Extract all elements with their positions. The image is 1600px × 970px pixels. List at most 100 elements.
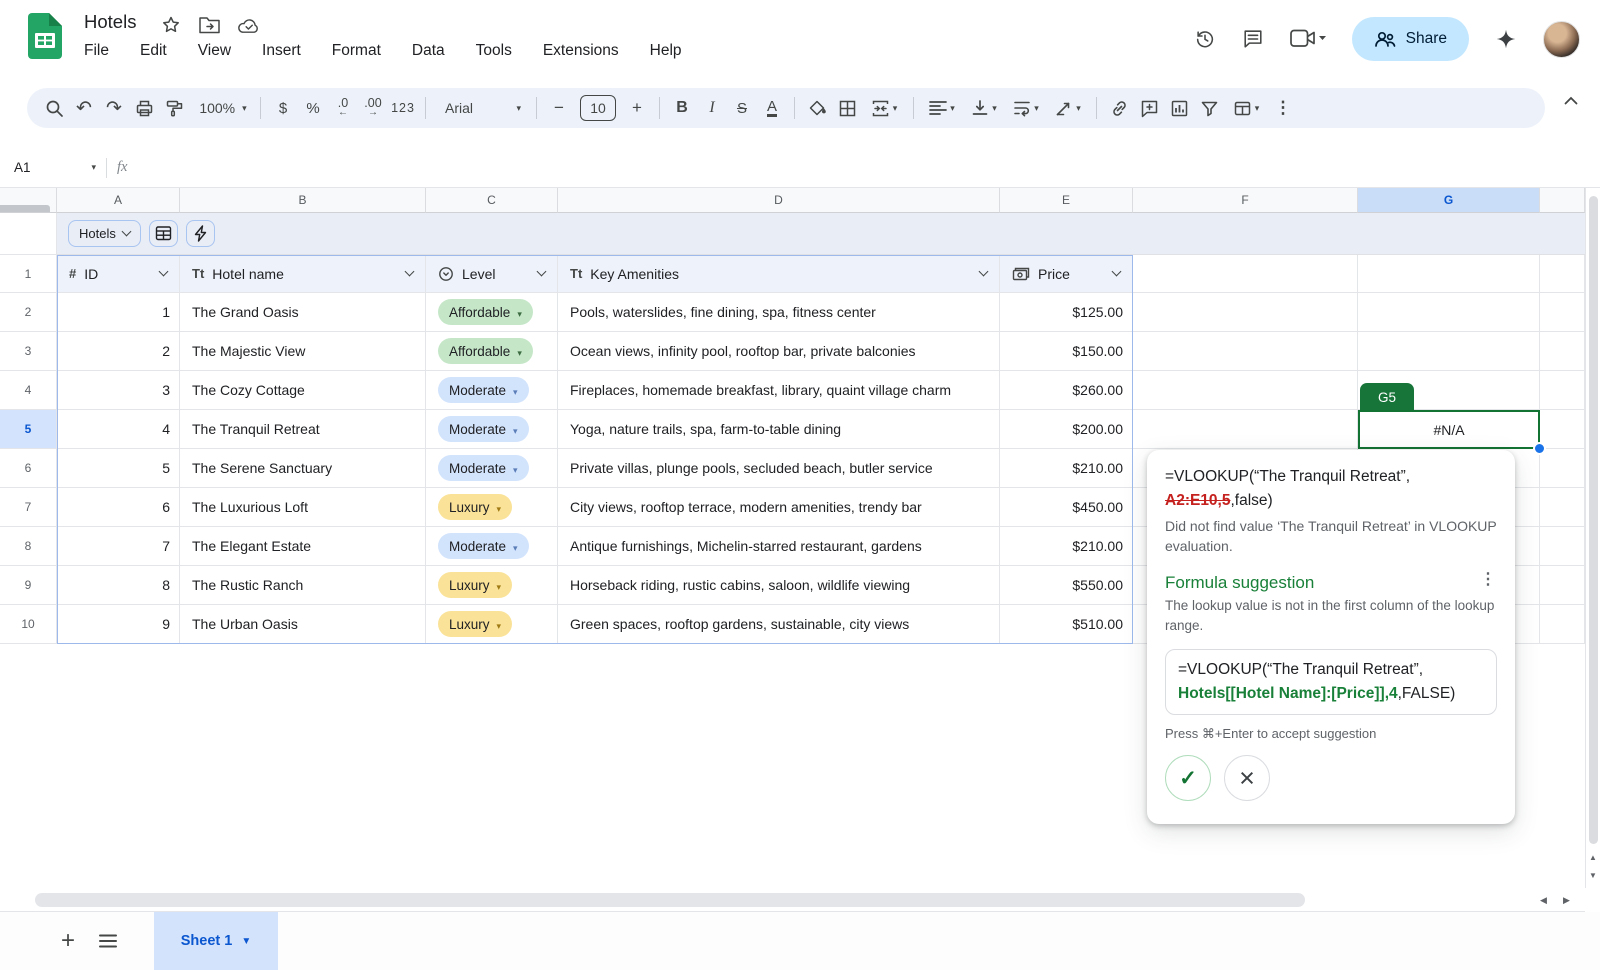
star-icon[interactable]: [160, 14, 182, 36]
cell-id[interactable]: 2: [57, 332, 180, 371]
reject-suggestion-button[interactable]: ×: [1224, 755, 1270, 801]
sheet-tab-caret-icon[interactable]: ▼: [241, 936, 251, 947]
merge-cells-icon[interactable]: ▾: [862, 93, 906, 123]
scroll-down-icon[interactable]: ▼: [1589, 871, 1597, 880]
horizontal-align-icon[interactable]: ▾: [921, 93, 963, 123]
strikethrough-icon[interactable]: S: [727, 93, 757, 123]
horizontal-scrollbar[interactable]: ◀ ▶: [0, 888, 1585, 912]
number-format-icon[interactable]: 123: [388, 93, 418, 123]
menu-file[interactable]: File: [84, 42, 109, 60]
cell-empty[interactable]: [1133, 371, 1358, 410]
cell-id[interactable]: 9: [57, 605, 180, 644]
cell-empty[interactable]: [1133, 293, 1358, 332]
fill-color-icon[interactable]: [802, 93, 832, 123]
row-number[interactable]: 9: [0, 566, 57, 605]
version-history-icon[interactable]: [1194, 28, 1216, 50]
percent-format-icon[interactable]: %: [298, 93, 328, 123]
zoom-select[interactable]: 100% ▾: [189, 93, 253, 123]
chevron-down-icon[interactable]: [158, 266, 169, 277]
header-cell-level[interactable]: Level: [426, 255, 558, 293]
hide-menus-icon[interactable]: [1564, 96, 1578, 105]
menu-extensions[interactable]: Extensions: [543, 42, 619, 60]
more-toolbar-icon[interactable]: ⋮: [1268, 93, 1298, 123]
column-header-d[interactable]: D: [558, 188, 1000, 213]
cell-amenities[interactable]: Yoga, nature trails, spa, farm-to-table …: [558, 410, 1000, 449]
menu-data[interactable]: Data: [412, 42, 445, 60]
cell-level[interactable]: Moderate: [426, 527, 558, 566]
more-options-icon[interactable]: ⋮: [1480, 572, 1497, 588]
cell-amenities[interactable]: City views, rooftop terrace, modern amen…: [558, 488, 1000, 527]
cloud-saved-icon[interactable]: [238, 14, 260, 36]
row-number[interactable]: 2: [0, 293, 57, 332]
cell-level[interactable]: Luxury: [426, 605, 558, 644]
meet-video-icon[interactable]: [1289, 28, 1326, 50]
cell-amenities[interactable]: Green spaces, rooftop gardens, sustainab…: [558, 605, 1000, 644]
add-sheet-button[interactable]: +: [48, 912, 88, 970]
share-button[interactable]: Share: [1351, 17, 1469, 61]
suggested-formula[interactable]: =VLOOKUP(“The Tranquil Retreat”, Hotels[…: [1165, 649, 1497, 715]
cell-price[interactable]: $210.00: [1000, 527, 1133, 566]
sheets-logo[interactable]: [28, 13, 62, 59]
table-autofill-bolt-icon[interactable]: [185, 220, 215, 247]
cell-price[interactable]: $125.00: [1000, 293, 1133, 332]
cell-hotel-name[interactable]: The Luxurious Loft: [180, 488, 426, 527]
font-size-input[interactable]: 10: [580, 95, 616, 121]
column-header-a[interactable]: A: [57, 188, 180, 213]
column-header-partial[interactable]: [1540, 188, 1585, 213]
document-title[interactable]: Hotels: [84, 11, 136, 33]
table-views-icon[interactable]: ▾: [1224, 93, 1268, 123]
cell-level[interactable]: Affordable: [426, 332, 558, 371]
cell-empty[interactable]: [1133, 332, 1358, 371]
cell-id[interactable]: 6: [57, 488, 180, 527]
decrease-decimal-icon[interactable]: .0 ←: [328, 93, 358, 123]
accept-suggestion-button[interactable]: ✓: [1165, 755, 1211, 801]
increase-decimal-icon[interactable]: .00 →: [358, 93, 388, 123]
row-number[interactable]: 10: [0, 605, 57, 644]
header-cell-key-amenities[interactable]: Tt Key Amenities: [558, 255, 1000, 293]
cell-id[interactable]: 3: [57, 371, 180, 410]
decrease-font-size-button[interactable]: −: [544, 93, 574, 123]
horizontal-scrollbar-thumb[interactable]: [35, 893, 1305, 907]
table-name-chip[interactable]: Hotels: [68, 220, 141, 247]
cell-hotel-name[interactable]: The Rustic Ranch: [180, 566, 426, 605]
sheet-tab-active[interactable]: Sheet 1 ▼: [154, 912, 278, 970]
font-family-select[interactable]: Arial ▾: [433, 93, 529, 123]
cell-price[interactable]: $550.00: [1000, 566, 1133, 605]
undo-icon[interactable]: ↶: [69, 93, 99, 123]
print-icon[interactable]: [129, 93, 159, 123]
text-wrap-icon[interactable]: ▾: [1005, 93, 1047, 123]
chevron-down-icon[interactable]: [536, 266, 547, 277]
cell-id[interactable]: 1: [57, 293, 180, 332]
cell-f1[interactable]: [1133, 255, 1358, 293]
text-color-icon[interactable]: A: [757, 93, 787, 123]
insert-link-icon[interactable]: [1104, 93, 1134, 123]
cell-hotel-name[interactable]: The Majestic View: [180, 332, 426, 371]
paint-format-icon[interactable]: [159, 93, 189, 123]
cell-hotel-name[interactable]: The Urban Oasis: [180, 605, 426, 644]
row-number[interactable]: 7: [0, 488, 57, 527]
menu-tools[interactable]: Tools: [476, 42, 512, 60]
cell-level[interactable]: Affordable: [426, 293, 558, 332]
cell-amenities[interactable]: Fireplaces, homemade breakfast, library,…: [558, 371, 1000, 410]
column-header-f[interactable]: F: [1133, 188, 1358, 213]
italic-icon[interactable]: I: [697, 93, 727, 123]
cell-empty[interactable]: [1358, 293, 1540, 332]
insert-comment-icon[interactable]: [1134, 93, 1164, 123]
cell-price[interactable]: $200.00: [1000, 410, 1133, 449]
cell-amenities[interactable]: Private villas, plunge pools, secluded b…: [558, 449, 1000, 488]
cell-empty[interactable]: [1358, 332, 1540, 371]
cell-level[interactable]: Moderate: [426, 410, 558, 449]
cell-id[interactable]: 7: [57, 527, 180, 566]
cell-g1[interactable]: [1358, 255, 1540, 293]
cell-price[interactable]: $150.00: [1000, 332, 1133, 371]
cell-price[interactable]: $450.00: [1000, 488, 1133, 527]
menu-help[interactable]: Help: [650, 42, 682, 60]
header-cell-hotel-name[interactable]: Tt Hotel name: [180, 255, 426, 293]
cell-hotel-name[interactable]: The Elegant Estate: [180, 527, 426, 566]
vertical-align-icon[interactable]: ▾: [963, 93, 1005, 123]
column-header-e[interactable]: E: [1000, 188, 1133, 213]
select-all-corner[interactable]: [0, 188, 57, 213]
comment-history-icon[interactable]: [1242, 28, 1264, 50]
scroll-up-icon[interactable]: ▲: [1589, 853, 1597, 862]
redo-icon[interactable]: ↷: [99, 93, 129, 123]
